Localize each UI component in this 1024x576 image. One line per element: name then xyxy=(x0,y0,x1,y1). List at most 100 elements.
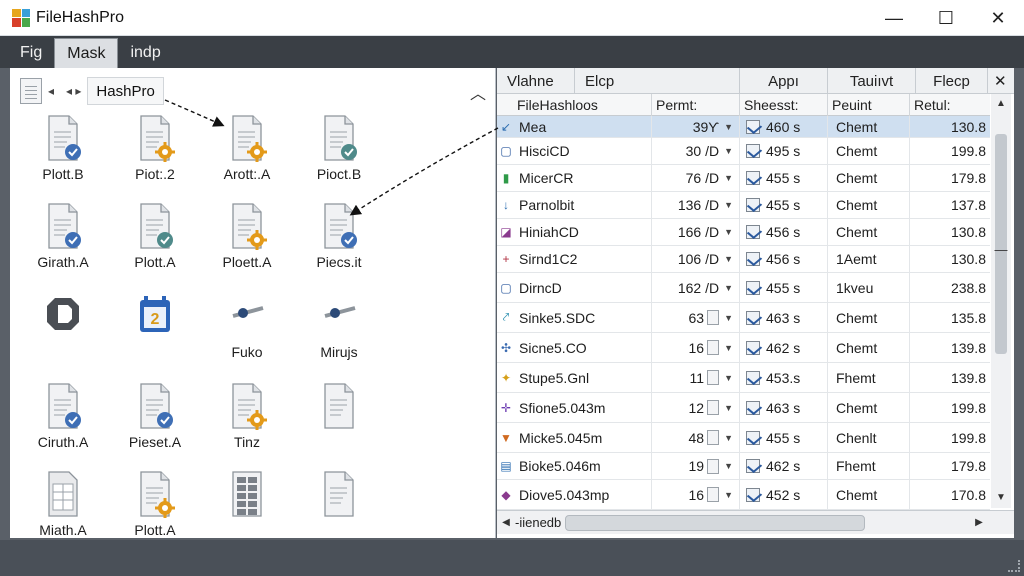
file-tile[interactable]: Piot:.2 xyxy=(110,114,200,194)
edit-checkbox-icon[interactable] xyxy=(746,225,760,239)
document-icon[interactable] xyxy=(707,310,720,325)
cell-perm[interactable]: 12 ▼ xyxy=(652,393,740,422)
top-header-vlahne[interactable]: Vlahne xyxy=(497,68,575,94)
file-tile[interactable] xyxy=(294,382,384,462)
edit-checkbox-icon[interactable] xyxy=(746,119,760,134)
edit-checkbox-icon[interactable] xyxy=(746,171,760,185)
top-header-elcp[interactable]: Elcp xyxy=(575,68,740,94)
dropdown-arrow-icon[interactable]: ▼ xyxy=(724,173,733,183)
dropdown-arrow-icon[interactable]: ▼ xyxy=(724,200,733,210)
file-tile[interactable]: Ciruth.A xyxy=(18,382,108,462)
file-tile[interactable]: 2 xyxy=(110,292,200,372)
file-tile[interactable]: Miath.A xyxy=(18,470,108,538)
file-tile[interactable]: Fuko xyxy=(202,292,292,372)
cell-perm[interactable]: 136 /D ▼ xyxy=(652,192,740,218)
pane-close-icon[interactable]: ✕ xyxy=(988,68,1014,94)
file-tile[interactable]: Arott:.A xyxy=(202,114,292,194)
cell-perm[interactable]: 48 ▼ xyxy=(652,423,740,452)
column-header-sheet[interactable]: Sheesst: xyxy=(740,94,828,116)
column-header-peuint[interactable]: Peuint xyxy=(828,94,910,116)
scroll-left-icon[interactable]: ◀ xyxy=(497,517,515,528)
document-icon[interactable] xyxy=(707,400,720,415)
table-row[interactable]: ▢ HisciCD 30 /D ▼ 495 s Chemt 199.8 xyxy=(497,138,990,165)
document-icon[interactable] xyxy=(707,430,720,445)
cell-sheet[interactable]: 455 s xyxy=(740,423,828,452)
top-header-flecp[interactable]: Flecp xyxy=(916,68,988,94)
file-tile[interactable]: Plott.A xyxy=(110,202,200,282)
maximize-button[interactable]: ☐ xyxy=(920,0,972,36)
file-tile[interactable]: Ploett.A xyxy=(202,202,292,282)
dropdown-arrow-icon[interactable]: ▼ xyxy=(724,254,733,264)
edit-checkbox-icon[interactable] xyxy=(746,310,760,325)
file-tile[interactable] xyxy=(18,292,108,372)
file-tile[interactable]: Tinz xyxy=(202,382,292,462)
edit-checkbox-icon[interactable] xyxy=(746,280,760,295)
file-tile[interactable]: Piecs.it xyxy=(294,202,384,282)
edit-checkbox-icon[interactable] xyxy=(746,198,760,212)
close-button[interactable]: ✕ xyxy=(972,0,1024,36)
file-tile[interactable]: Plott.B xyxy=(18,114,108,194)
column-header-retul[interactable]: Retul: xyxy=(910,94,990,116)
vertical-scrollbar[interactable]: ▲ — ▼ xyxy=(991,94,1011,508)
file-tile[interactable]: Pioct.B xyxy=(294,114,384,194)
nav-arrows-icon[interactable]: ◂ ▸ xyxy=(66,84,81,98)
table-row[interactable]: ◪ HiniahCD 166 /D ▼ 456 s Chemt 130.8 xyxy=(497,219,990,246)
document-icon[interactable] xyxy=(707,340,720,355)
file-tile[interactable]: Pieset.A xyxy=(110,382,200,462)
edit-checkbox-icon[interactable] xyxy=(746,459,760,473)
cell-sheet[interactable]: 455 s xyxy=(740,165,828,191)
minimize-button[interactable]: — xyxy=(868,0,920,36)
table-row[interactable]: ▼ Micke5.045m 48 ▼ 455 s Chenlt 199.8 xyxy=(497,423,990,453)
edit-checkbox-icon[interactable] xyxy=(746,430,760,445)
cell-perm[interactable]: 11 ▼ xyxy=(652,363,740,392)
cell-sheet[interactable]: 452 s xyxy=(740,480,828,509)
collapse-chevron-icon[interactable]: ︿ xyxy=(470,80,486,104)
dropdown-arrow-icon[interactable]: ▼ xyxy=(724,433,733,443)
column-header-filehash[interactable]: FileHashloos xyxy=(497,94,652,116)
cell-sheet[interactable]: 460 s xyxy=(740,116,828,137)
cell-perm[interactable]: 39Ƴ ▼ xyxy=(652,116,740,137)
cell-perm[interactable]: 63 ▼ xyxy=(652,303,740,332)
edit-checkbox-icon[interactable] xyxy=(746,370,760,385)
breadcrumb[interactable]: HashPro xyxy=(87,77,164,105)
dropdown-arrow-icon[interactable]: ▼ xyxy=(724,490,733,500)
top-header-app[interactable]: Appı xyxy=(740,68,828,94)
document-icon[interactable] xyxy=(707,370,720,385)
cell-perm[interactable]: 106 /D ▼ xyxy=(652,246,740,272)
dropdown-arrow-icon[interactable]: ▼ xyxy=(724,373,733,383)
cell-sheet[interactable]: 462 s xyxy=(740,333,828,362)
top-header-tauivt[interactable]: Tauiıvt xyxy=(828,68,916,94)
column-header-perm[interactable]: Permt: xyxy=(652,94,740,116)
table-row[interactable]: ↙ Mea 39Ƴ ▼ 460 s Chemt 130.8 xyxy=(497,116,990,138)
cell-sheet[interactable]: 462 s xyxy=(740,453,828,479)
file-tile[interactable]: Mirujs xyxy=(294,292,384,372)
cell-sheet[interactable]: 456 s xyxy=(740,219,828,245)
cell-sheet[interactable]: 455 s xyxy=(740,192,828,218)
table-row[interactable]: ✦ Stupe5.Gnl 11 ▼ 453.s Fhemt 139.8 xyxy=(497,363,990,393)
cell-sheet[interactable]: 453.s xyxy=(740,363,828,392)
table-row[interactable]: ↓ Parnolbit 136 /D ▼ 455 s Chemt 137.8 xyxy=(497,192,990,219)
table-row[interactable]: ⤤ Sinke5.SDC 63 ▼ 463 s Chemt 135.8 xyxy=(497,303,990,333)
table-row[interactable]: ▮ MicerCR 76 /D ▼ 455 s Chemt 179.8 xyxy=(497,165,990,192)
back-arrow-icon[interactable]: ◂ xyxy=(48,84,54,98)
dropdown-arrow-icon[interactable]: ▼ xyxy=(724,122,733,132)
edit-checkbox-icon[interactable] xyxy=(746,144,760,158)
cell-perm[interactable]: 19 ▼ xyxy=(652,453,740,479)
file-tile[interactable] xyxy=(202,470,292,538)
cell-sheet[interactable]: 463 s xyxy=(740,393,828,422)
dropdown-arrow-icon[interactable]: ▼ xyxy=(724,343,733,353)
edit-checkbox-icon[interactable] xyxy=(746,400,760,415)
table-row[interactable]: ▤ Bioke5.046m 19 ▼ 462 s Fhemt 179.8 xyxy=(497,453,990,480)
scroll-down-icon[interactable]: ▼ xyxy=(991,488,1011,506)
dropdown-arrow-icon[interactable]: ▼ xyxy=(724,313,733,323)
menu-item-indp[interactable]: indp xyxy=(118,38,172,68)
file-tile[interactable] xyxy=(294,470,384,538)
cell-perm[interactable]: 166 /D ▼ xyxy=(652,219,740,245)
cell-perm[interactable]: 16 ▼ xyxy=(652,333,740,362)
file-tile[interactable]: Girath.A xyxy=(18,202,108,282)
cell-sheet[interactable]: 495 s xyxy=(740,138,828,164)
scroll-right-icon[interactable]: ▶ xyxy=(970,517,988,528)
resize-grip-icon[interactable] xyxy=(1008,560,1020,572)
table-row[interactable]: ✛ Sfione5.043m 12 ▼ 463 s Chemt 199.8 xyxy=(497,393,990,423)
dropdown-arrow-icon[interactable]: ▼ xyxy=(724,227,733,237)
